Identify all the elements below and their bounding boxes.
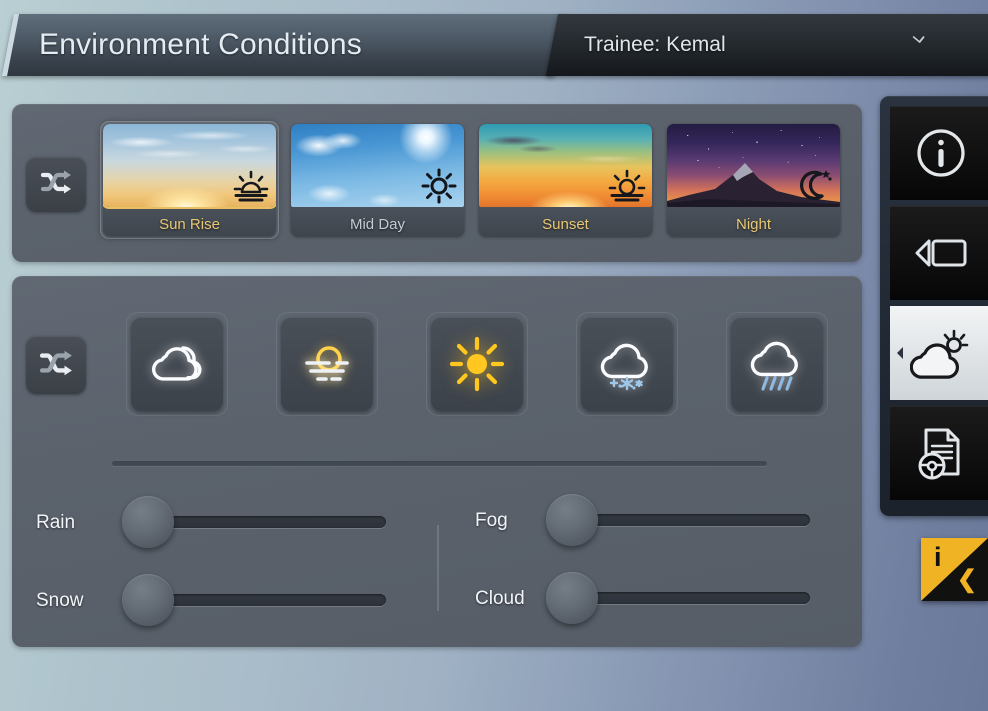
- sun-icon: [419, 166, 459, 204]
- cloud-slider-track[interactable]: [570, 592, 810, 604]
- time-card-label: Sunset: [479, 207, 652, 236]
- video-camera-icon: [911, 231, 971, 275]
- shuffle-time-of-day-button[interactable]: [26, 157, 86, 212]
- slider-label: Snow: [36, 590, 84, 611]
- sunset-icon: [607, 166, 647, 204]
- cloud-rain-icon: [746, 336, 808, 392]
- cloudy-icon: [146, 338, 208, 390]
- shuffle-icon: [40, 168, 72, 201]
- night-thumbnail: [667, 124, 840, 207]
- app-header: Environment Conditions Trainee: Kemal: [0, 0, 988, 90]
- weather-button-cloudy[interactable]: [126, 312, 228, 416]
- yellow-triangle: [921, 538, 988, 601]
- shuffle-weather-button[interactable]: [26, 336, 86, 394]
- weather-button-snow[interactable]: [576, 312, 678, 416]
- weather-button-rain[interactable]: [726, 312, 828, 416]
- sun-icon: [447, 335, 507, 393]
- page-title-tab: Environment Conditions: [1, 14, 567, 76]
- time-card-midday[interactable]: Mid Day: [288, 121, 467, 239]
- sidebar-item-info[interactable]: [890, 106, 988, 200]
- sidebar-item-weather[interactable]: [890, 306, 988, 400]
- fog-slider-knob[interactable]: [546, 494, 598, 546]
- slider-column-divider: [437, 525, 439, 611]
- slider-label: Cloud: [475, 588, 525, 609]
- mountain-silhouette: [667, 163, 840, 207]
- moon-stars-icon: [795, 166, 835, 204]
- weather-button-fog[interactable]: [276, 312, 378, 416]
- cloud-sun-icon: [910, 327, 972, 379]
- trainee-label: Trainee: Kemal: [584, 33, 726, 56]
- cloud-slider-knob[interactable]: [546, 572, 598, 624]
- info-glyph: i: [934, 542, 942, 572]
- time-card-sunrise[interactable]: Sun Rise: [100, 121, 279, 239]
- sunset-thumbnail: [479, 124, 652, 207]
- slider-label: Fog: [475, 510, 508, 531]
- right-sidebar: [880, 96, 988, 516]
- fog-slider-track[interactable]: [570, 514, 810, 526]
- time-card-label: Night: [667, 207, 840, 236]
- rain-slider-knob[interactable]: [122, 496, 174, 548]
- info-collapse-button[interactable]: i ❮: [921, 538, 988, 601]
- time-card-label: Mid Day: [291, 207, 464, 236]
- time-card-sunset[interactable]: Sunset: [476, 121, 655, 239]
- info-circle-icon: [913, 125, 969, 181]
- sunrise-thumbnail: [103, 124, 276, 207]
- document-wheel-icon: [912, 424, 970, 482]
- page-title: Environment Conditions: [39, 28, 362, 61]
- time-card-label: Sun Rise: [103, 207, 276, 236]
- time-card-night[interactable]: Night: [664, 121, 843, 239]
- sunrise-icon: [231, 166, 271, 204]
- sidebar-item-report[interactable]: [890, 406, 988, 500]
- sidebar-item-playback[interactable]: [890, 206, 988, 300]
- snow-slider-track[interactable]: [146, 594, 386, 606]
- rain-slider-track[interactable]: [146, 516, 386, 528]
- snow-slider-knob[interactable]: [122, 574, 174, 626]
- weather-button-clear[interactable]: [426, 312, 528, 416]
- sun-fog-icon: [296, 338, 358, 390]
- chevron-left-icon[interactable]: [895, 346, 905, 360]
- chevron-down-icon[interactable]: [911, 32, 928, 46]
- chevron-left-glyph: ❮: [956, 566, 977, 593]
- slider-label: Rain: [36, 512, 76, 533]
- shuffle-icon: [39, 348, 73, 383]
- cloud-snow-icon: [596, 336, 658, 392]
- midday-thumbnail: [291, 124, 464, 207]
- section-divider: [112, 461, 767, 466]
